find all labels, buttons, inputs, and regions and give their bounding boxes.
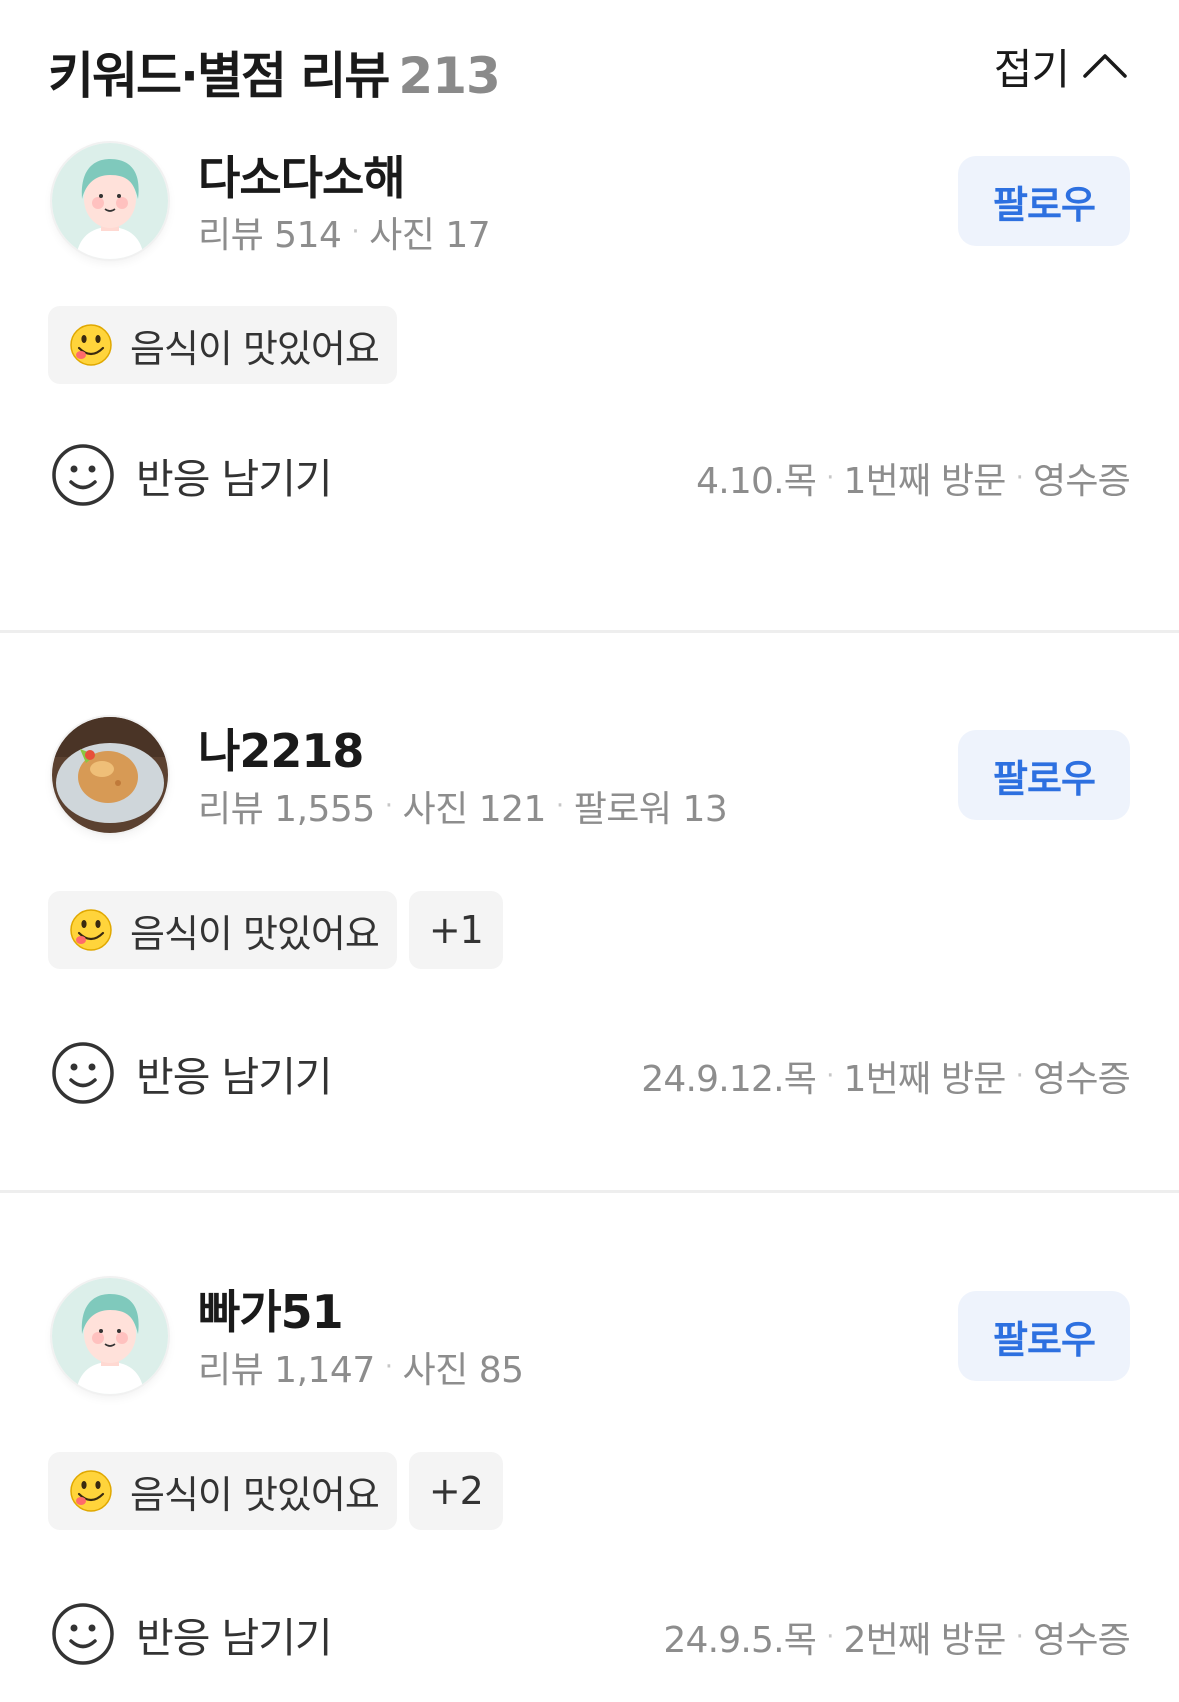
visit-count: 2번째 방문 (843, 1620, 1007, 1661)
separator-dot: · (351, 217, 360, 247)
smiley-icon (52, 1603, 114, 1665)
smiley-icon (52, 1042, 114, 1104)
separator-dot: · (384, 791, 393, 821)
separator-dot: · (826, 463, 834, 493)
yum-face-emoji-icon (70, 324, 112, 366)
default-avatar-icon (52, 143, 168, 259)
visit-meta: 4.10.목 · 1번째 방문 · 영수증 (696, 452, 1131, 504)
user-avatar[interactable] (52, 143, 168, 259)
more-tags-button[interactable]: +2 (408, 1452, 503, 1530)
yum-face-emoji-icon (70, 909, 112, 951)
verification-type[interactable]: 영수증 (1033, 1611, 1131, 1663)
separator-dot: · (826, 1622, 834, 1652)
photo-count-stat: 사진 17 (369, 215, 491, 256)
collapse-label: 접기 (993, 44, 1070, 94)
keyword-tag: 음식이 맛있어요 (48, 891, 397, 969)
keyword-tags: 음식이 맛있어요 (48, 306, 397, 384)
verification-type[interactable]: 영수증 (1033, 452, 1131, 504)
divider (0, 1190, 1179, 1193)
review-count-stat: 리뷰 1,555 (198, 789, 375, 830)
user-stats: 리뷰 514 · 사진 17 (198, 206, 491, 258)
reaction-label: 반응 남기기 (136, 455, 333, 503)
review-section-header: 키워드·별점 리뷰 213 접기 (48, 30, 1131, 105)
user-stats: 리뷰 1,147 · 사진 85 (198, 1341, 524, 1393)
follow-button[interactable]: 팔로우 (958, 730, 1130, 820)
visit-date: 24.9.12.목 (641, 1059, 817, 1100)
reaction-label: 반응 남기기 (136, 1053, 333, 1101)
keyword-tags: 음식이 맛있어요 +2 (48, 1452, 503, 1530)
user-stats: 리뷰 1,555 · 사진 121 · 팔로워 13 (198, 780, 728, 832)
smiley-icon (52, 444, 114, 506)
visit-count: 1번째 방문 (843, 461, 1007, 502)
review-count-stat: 리뷰 514 (198, 215, 342, 256)
more-tags-button[interactable]: +1 (408, 891, 503, 969)
separator-dot: · (826, 1061, 834, 1091)
divider (0, 630, 1179, 633)
section-title-text: 키워드·별점 리뷰 (48, 47, 390, 105)
user-avatar[interactable] (52, 717, 168, 833)
verification-type[interactable]: 영수증 (1033, 1050, 1131, 1102)
photo-count-stat: 사진 121 (402, 789, 547, 830)
user-name[interactable]: 다소다소해 (198, 142, 406, 208)
collapse-button[interactable]: 접기 (994, 38, 1131, 94)
follow-button[interactable]: 팔로우 (958, 1291, 1130, 1381)
leave-reaction-button[interactable]: 반응 남기기 (50, 1601, 333, 1667)
keyword-tags: 음식이 맛있어요 +1 (48, 891, 503, 969)
keyword-tag-label: 음식이 맛있어요 (130, 326, 380, 371)
visit-meta: 24.9.12.목 · 1번째 방문 · 영수증 (641, 1050, 1131, 1102)
visit-date: 24.9.5.목 (663, 1620, 817, 1661)
follow-button[interactable]: 팔로우 (958, 156, 1130, 246)
reaction-label: 반응 남기기 (136, 1614, 333, 1662)
visit-date: 4.10.목 (696, 461, 817, 502)
chevron-up-icon (1083, 54, 1127, 78)
photo-count-stat: 사진 85 (402, 1350, 525, 1391)
user-name[interactable]: 나2218 (198, 715, 364, 781)
separator-dot: · (1015, 1622, 1024, 1652)
review-count: 213 (398, 47, 500, 105)
review-count-stat: 리뷰 1,147 (198, 1350, 375, 1391)
keyword-tag: 음식이 맛있어요 (48, 306, 397, 384)
leave-reaction-button[interactable]: 반응 남기기 (50, 1040, 333, 1106)
separator-dot: · (384, 1352, 393, 1382)
default-avatar-icon (52, 1278, 168, 1394)
user-avatar[interactable] (52, 1278, 168, 1394)
keyword-tag-label: 음식이 맛있어요 (130, 911, 380, 956)
follower-count-stat: 팔로워 13 (573, 789, 728, 830)
visit-count: 1번째 방문 (843, 1059, 1007, 1100)
keyword-tag-label: 음식이 맛있어요 (130, 1472, 380, 1517)
separator-dot: · (555, 791, 564, 821)
separator-dot: · (1015, 463, 1024, 493)
separator-dot: · (1015, 1061, 1024, 1091)
keyword-tag: 음식이 맛있어요 (48, 1452, 397, 1530)
yum-face-emoji-icon (70, 1470, 112, 1512)
food-photo-avatar-icon (52, 717, 168, 833)
leave-reaction-button[interactable]: 반응 남기기 (50, 442, 333, 508)
user-name[interactable]: 빠가51 (198, 1276, 344, 1342)
section-title: 키워드·별점 리뷰 213 (48, 36, 501, 108)
visit-meta: 24.9.5.목 · 2번째 방문 · 영수증 (663, 1611, 1130, 1663)
